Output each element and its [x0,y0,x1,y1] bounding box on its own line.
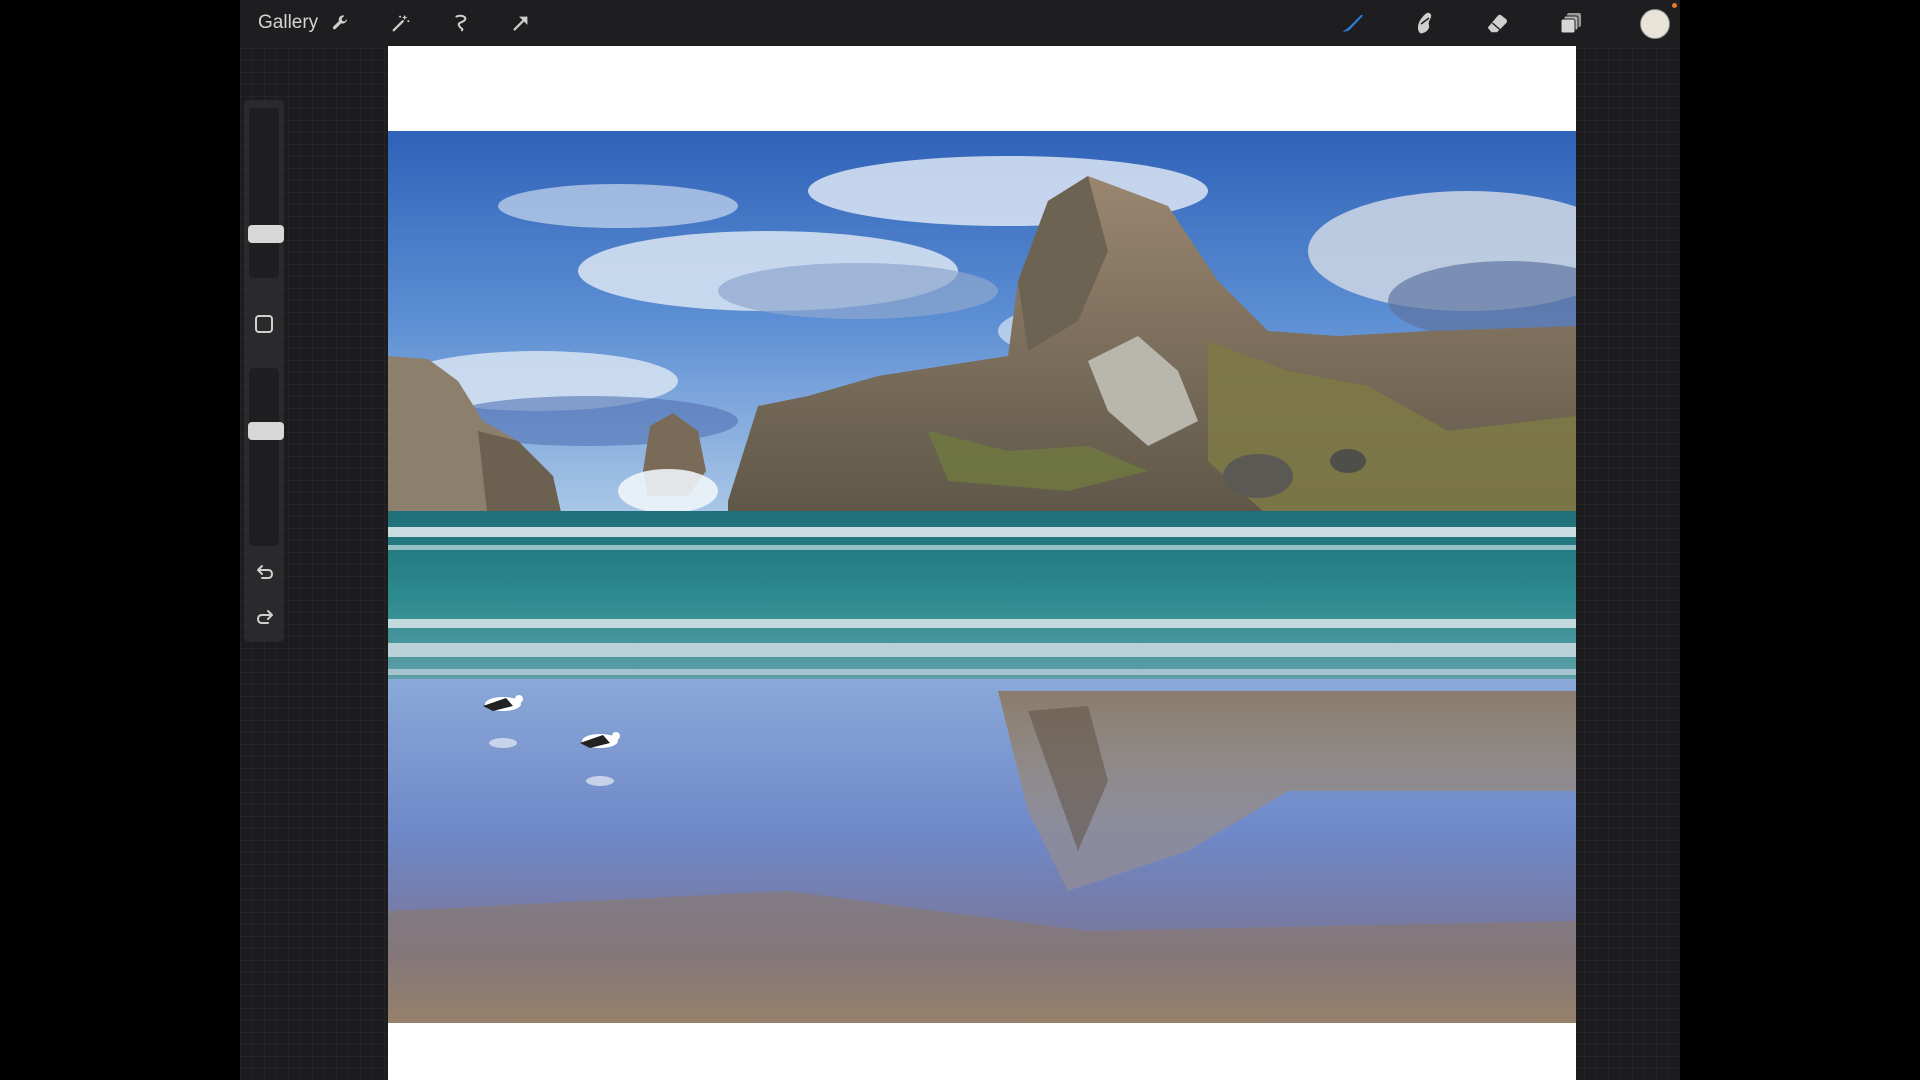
color-swatch[interactable] [1640,9,1670,39]
smudge-icon[interactable] [1412,10,1438,36]
side-toolbar [244,100,284,642]
coastal-beach-photo [388,131,1576,1023]
notification-dot [1672,3,1677,8]
brush-size-thumb[interactable] [248,225,284,243]
layers-icon[interactable] [1558,10,1584,36]
top-toolbar: Gallery [240,0,1680,46]
redo-icon[interactable] [254,606,276,628]
transform-arrow-icon[interactable] [508,10,534,36]
modify-button[interactable] [255,315,273,333]
wrench-icon[interactable] [328,10,354,36]
opacity-slider[interactable] [248,368,284,546]
selection-icon[interactable] [448,10,474,36]
brush-size-slider[interactable] [248,108,284,278]
eraser-icon[interactable] [1484,10,1510,36]
procreate-app: Gallery [240,0,1680,1080]
drawing-canvas[interactable] [388,46,1576,1080]
magic-wand-icon[interactable] [388,10,414,36]
opacity-thumb[interactable] [248,422,284,440]
undo-icon[interactable] [254,561,276,583]
gallery-button[interactable]: Gallery [258,11,318,35]
brush-icon[interactable] [1340,10,1366,36]
